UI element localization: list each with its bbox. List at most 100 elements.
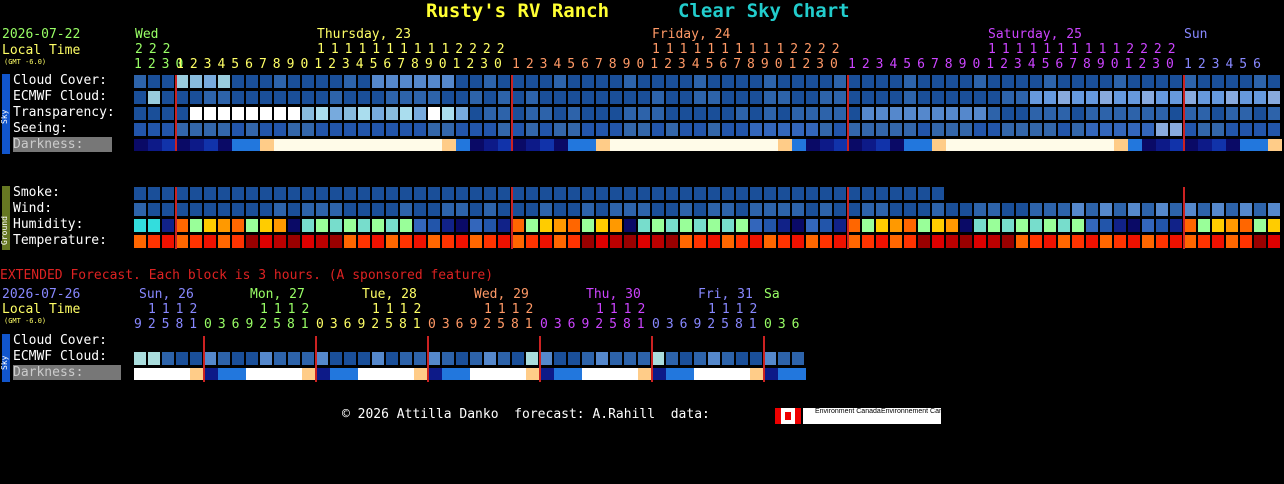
ground-cell (694, 187, 706, 200)
forecast-cell (316, 107, 328, 120)
ground-cell (484, 187, 496, 200)
forecast-cell (400, 75, 412, 88)
ground-cell (820, 235, 832, 248)
forecast-cell (1170, 107, 1182, 120)
forecast-cell (372, 91, 384, 104)
ground-cell (358, 187, 370, 200)
forecast-cell (288, 91, 300, 104)
forecast-cell (246, 107, 258, 120)
forecast-cell (176, 123, 188, 136)
forecast-cell (302, 91, 314, 104)
ground-cell (190, 203, 202, 216)
ground-cell (316, 187, 328, 200)
ext-forecast-cell (526, 352, 538, 365)
ground-cell (1128, 219, 1140, 232)
ground-cell (554, 203, 566, 216)
local-time-label: Local Time (2, 43, 81, 58)
forecast-cell (1142, 91, 1154, 104)
forecast-cell (330, 123, 342, 136)
ext-forecast-cell (764, 352, 776, 365)
ground-cell (190, 219, 202, 232)
forecast-cell (694, 139, 708, 151)
ext-hour-ones-group: 036 (764, 317, 806, 332)
forecast-cell (400, 123, 412, 136)
ext-day-label: Sun, 26 (139, 287, 194, 302)
ground-cell (498, 187, 510, 200)
ground-cell (890, 219, 902, 232)
forecast-cell (358, 107, 370, 120)
forecast-cell (834, 107, 846, 120)
forecast-cell (302, 107, 314, 120)
forecast-cell (582, 75, 594, 88)
forecast-cell (1212, 91, 1224, 104)
ext-forecast-cell (330, 368, 344, 380)
ground-cell (1142, 203, 1154, 216)
ground-cell (260, 187, 272, 200)
ext-forecast-cell (666, 352, 678, 365)
ground-cell (932, 219, 944, 232)
forecast-cell (904, 91, 916, 104)
ground-cell (1016, 235, 1028, 248)
forecast-cell (792, 107, 804, 120)
ground-cell (1072, 219, 1084, 232)
ground-cell (736, 187, 748, 200)
ground-cell (876, 235, 888, 248)
forecast-cell (694, 107, 706, 120)
forecast-cell (904, 107, 916, 120)
ground-cell (1198, 235, 1210, 248)
forecast-cell (442, 75, 454, 88)
forecast-cell (512, 139, 526, 151)
forecast-cell (1086, 107, 1098, 120)
ground-cell (708, 219, 720, 232)
forecast-cell (484, 91, 496, 104)
forecast-cell (554, 107, 566, 120)
ground-cell (1086, 219, 1098, 232)
row-label-ecmwf-cloud: ECMWF Cloud: (13, 89, 107, 104)
ground-cell (540, 187, 552, 200)
forecast-cell (470, 123, 482, 136)
forecast-cell (470, 75, 482, 88)
ground-cell (232, 203, 244, 216)
environment-canada-logo[interactable]: Environment Canada Environnement Canada (803, 408, 955, 424)
forecast-cell (1240, 107, 1252, 120)
ground-cell (498, 203, 510, 216)
forecast-cell (988, 139, 1002, 151)
ground-cell (764, 203, 776, 216)
ground-cell (1030, 219, 1042, 232)
ground-cell (344, 203, 356, 216)
ext-hour-ones-group: 03692581 (540, 317, 651, 332)
forecast-cell (1002, 107, 1014, 120)
midnight-line (175, 187, 177, 249)
forecast-cell (1240, 75, 1252, 88)
forecast-cell (1170, 75, 1182, 88)
ground-cell (1226, 235, 1238, 248)
forecast-cell (792, 91, 804, 104)
ground-cell (890, 203, 902, 216)
ground-cell (1100, 219, 1112, 232)
forecast-cell (1212, 75, 1224, 88)
ground-cell (960, 235, 972, 248)
forecast-cell (1212, 139, 1226, 151)
forecast-cell (190, 75, 202, 88)
forecast-cell (1142, 139, 1156, 151)
ground-cell (1044, 235, 1056, 248)
ext-forecast-cell (680, 352, 692, 365)
forecast-cell (414, 139, 428, 151)
forecast-cell (1072, 123, 1084, 136)
ground-cell (1072, 203, 1084, 216)
ground-cell (372, 219, 384, 232)
forecast-cell (246, 123, 258, 136)
forecast-cell (148, 107, 160, 120)
forecast-cell (1100, 123, 1112, 136)
ext-forecast-cell (666, 368, 680, 380)
forecast-cell (554, 75, 566, 88)
extended-notice[interactable]: EXTENDED Forecast. Each block is 3 hours… (0, 268, 493, 283)
forecast-cell (1198, 75, 1210, 88)
forecast-cell (1044, 139, 1058, 151)
ground-cell (274, 187, 286, 200)
forecast-cell (736, 139, 750, 151)
forecast-cell (1198, 139, 1212, 151)
row-label-wind: Wind: (13, 201, 53, 216)
ground-cell (610, 235, 622, 248)
ground-cell (442, 187, 454, 200)
